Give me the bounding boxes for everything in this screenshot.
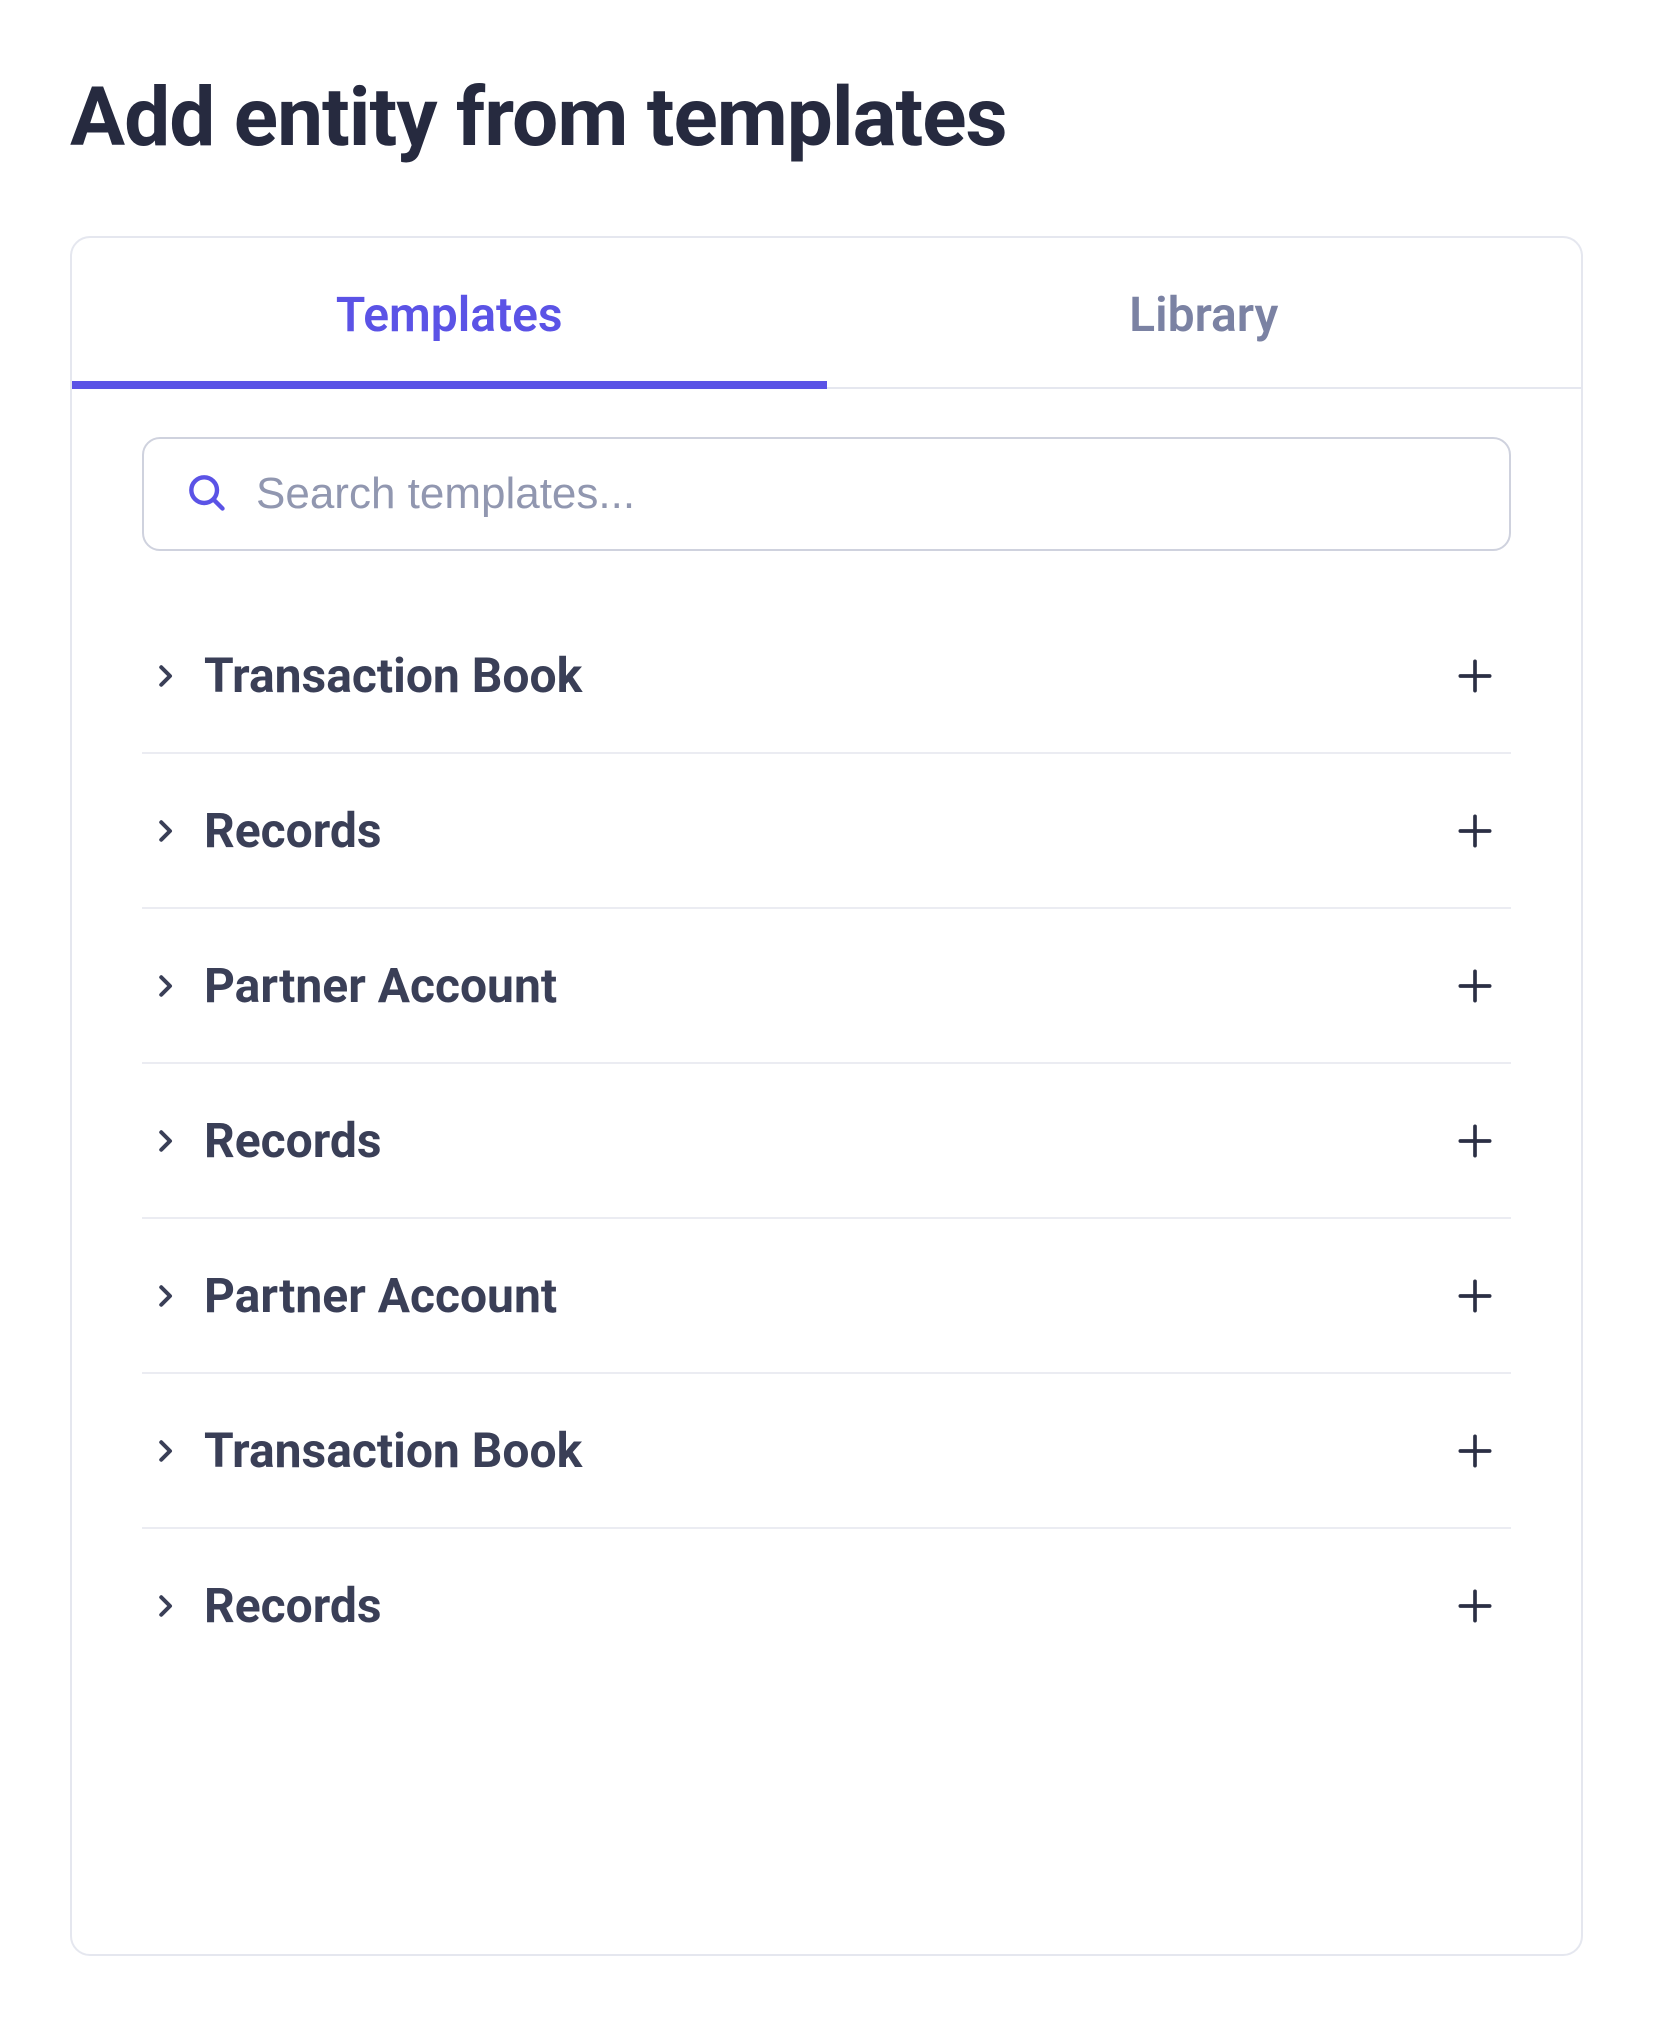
template-name: Records xyxy=(204,1577,1423,1634)
template-row[interactable]: Transaction Book xyxy=(142,1374,1511,1529)
add-button[interactable] xyxy=(1447,1578,1503,1634)
tab-templates[interactable]: Templates xyxy=(72,238,827,387)
chevron-right-icon xyxy=(150,1436,180,1466)
template-row[interactable]: Records xyxy=(142,754,1511,909)
add-button[interactable] xyxy=(1447,803,1503,859)
search-input[interactable] xyxy=(256,469,1469,519)
add-button[interactable] xyxy=(1447,1113,1503,1169)
page-title: Add entity from templates xyxy=(70,70,1583,166)
template-name: Records xyxy=(204,802,1423,859)
chevron-right-icon xyxy=(150,971,180,1001)
chevron-right-icon xyxy=(150,1281,180,1311)
add-button[interactable] xyxy=(1447,1268,1503,1324)
template-name: Records xyxy=(204,1112,1423,1169)
search-field[interactable] xyxy=(142,437,1511,551)
search-icon xyxy=(184,470,228,518)
template-name: Partner Account xyxy=(204,1267,1423,1324)
template-name: Transaction Book xyxy=(204,647,1423,704)
chevron-right-icon xyxy=(150,816,180,846)
add-button[interactable] xyxy=(1447,1423,1503,1479)
add-button[interactable] xyxy=(1447,958,1503,1014)
template-row[interactable]: Partner Account xyxy=(142,909,1511,1064)
template-name: Transaction Book xyxy=(204,1422,1423,1479)
tab-library[interactable]: Library xyxy=(827,238,1582,387)
chevron-right-icon xyxy=(150,661,180,691)
tab-label: Library xyxy=(1129,286,1278,343)
tab-bar: Templates Library xyxy=(72,238,1581,389)
template-name: Partner Account xyxy=(204,957,1423,1014)
add-button[interactable] xyxy=(1447,648,1503,704)
template-row[interactable]: Records xyxy=(142,1064,1511,1219)
tab-content[interactable]: Transaction Book Records Par xyxy=(72,389,1581,1954)
chevron-right-icon xyxy=(150,1126,180,1156)
chevron-right-icon xyxy=(150,1591,180,1621)
tab-label: Templates xyxy=(336,286,563,343)
template-row[interactable]: Records xyxy=(142,1529,1511,1682)
template-row[interactable]: Transaction Book xyxy=(142,599,1511,754)
templates-panel: Templates Library Transaction Book xyxy=(70,236,1583,1956)
template-list: Transaction Book Records Par xyxy=(142,599,1511,1682)
template-row[interactable]: Partner Account xyxy=(142,1219,1511,1374)
